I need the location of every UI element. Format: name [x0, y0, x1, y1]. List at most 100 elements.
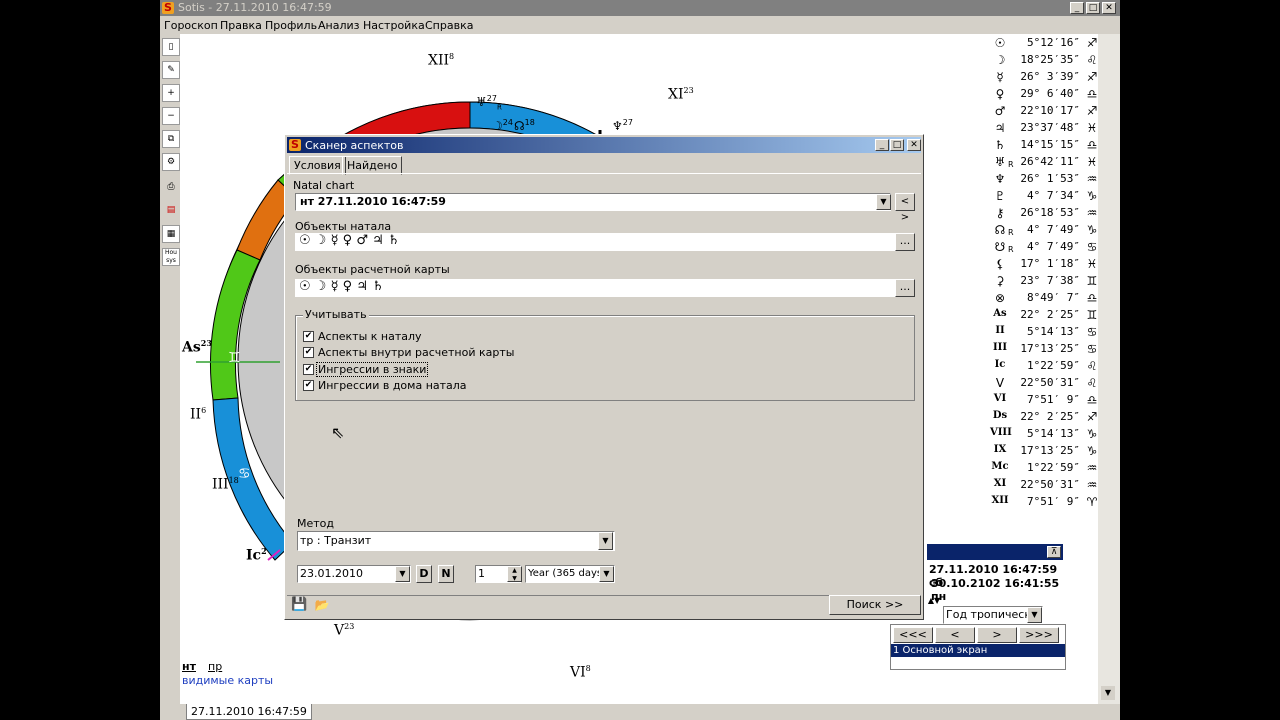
search-button[interactable]: Поиск >>	[829, 595, 921, 615]
imum-coeli-label: Ic2	[246, 546, 267, 564]
planet-row[interactable]: ⚸ 17° 1′18″ ♓	[990, 257, 1100, 274]
save-print-icon[interactable]: ▤	[162, 202, 180, 220]
planet-row[interactable]: ♃ 23°37′48″ ♓	[990, 121, 1100, 138]
scroll-down-icon[interactable]: ▼	[1101, 686, 1115, 700]
planet-position: 22°50′31″	[1020, 376, 1080, 389]
print-icon[interactable]: ⎙	[162, 179, 180, 197]
planet-position: 22° 2′25″	[1020, 308, 1080, 321]
chevron-down-icon[interactable]: ▼	[1027, 607, 1042, 623]
planet-row[interactable]: ♂ 22°10′17″ ♐	[990, 104, 1100, 121]
screen-list-item[interactable]: 1 Основной экран	[891, 644, 1065, 657]
chart-settings-icon[interactable]: ⚙	[162, 153, 180, 171]
visible-charts-link[interactable]: видимые карты	[182, 674, 273, 687]
vertical-scrollbar[interactable]: ▼	[1098, 34, 1120, 704]
planet-row[interactable]: ☋ R 4° 7′49″ ♋	[990, 240, 1100, 257]
planet-row[interactable]: II 5°14′13″ ♋	[990, 325, 1100, 342]
menu-edit[interactable]: Правка	[220, 19, 262, 32]
natal-chart-select[interactable]: нт 27.11.2010 16:47:59	[295, 193, 891, 211]
menu-horoscope[interactable]: Гороскоп	[164, 19, 218, 32]
house-system-icon[interactable]: Hou sys	[162, 248, 180, 266]
method-select[interactable]: тр : Транзит	[297, 531, 615, 551]
natal-objects-browse[interactable]: ...	[895, 233, 915, 251]
planet-row[interactable]: V 22°50′31″ ♌	[990, 376, 1100, 393]
ingress-houses-checkbox[interactable]: ✔	[303, 380, 314, 391]
natal-toggle[interactable]: нт	[182, 660, 196, 673]
planet-row[interactable]: ☽ 18°25′35″ ♌	[990, 53, 1100, 70]
day-button[interactable]: D	[416, 565, 432, 583]
close-icon[interactable]: ✕	[1102, 2, 1116, 14]
menu-profile[interactable]: Профиль	[265, 19, 317, 32]
planet-row[interactable]: Ic 1°22′59″ ♌	[990, 359, 1100, 376]
planet-row[interactable]: ♇ 4° 7′34″ ♑	[990, 189, 1100, 206]
planet-row[interactable]: ⚷ 26°18′53″ ♒	[990, 206, 1100, 223]
edit-document-icon[interactable]: ✎	[162, 61, 180, 79]
date-field[interactable]: 23.01.2010	[297, 565, 411, 583]
menu-settings[interactable]: Настройка	[363, 19, 425, 32]
planet-row[interactable]: III 17°13′25″ ♋	[990, 342, 1100, 359]
planet-row[interactable]: ⊗ 8°49′ 7″ ♎	[990, 291, 1100, 308]
now-button[interactable]: N	[438, 565, 454, 583]
pin-icon[interactable]: ⊼	[1047, 546, 1061, 558]
planet-glyph: ♂	[994, 104, 1006, 118]
calc-objects-browse[interactable]: ...	[895, 279, 915, 297]
add-document-icon[interactable]: +	[162, 84, 180, 102]
stepper-icon[interactable]: ▲ ▼	[507, 566, 522, 582]
planet-row[interactable]: Mc 1°22′59″ ♒	[990, 461, 1100, 478]
planet-marker[interactable]: ♅27R	[476, 94, 502, 111]
aspects-inside-checkbox[interactable]: ✔	[303, 347, 314, 358]
planet-row[interactable]: XI 22°50′31″ ♒	[990, 478, 1100, 495]
aspects-to-natal-checkbox[interactable]: ✔	[303, 331, 314, 342]
minimize-icon[interactable]: _	[1070, 2, 1084, 14]
spin-icon[interactable]: ▲▼	[927, 592, 941, 610]
natal-nav-button[interactable]: < >	[895, 193, 915, 223]
planet-row[interactable]: ☿ 26° 3′39″ ♐	[990, 70, 1100, 87]
planet-row[interactable]: ☊ R 4° 7′49″ ♑	[990, 223, 1100, 240]
table-icon[interactable]: ▦	[162, 225, 180, 243]
planet-position: 14°15′15″	[1020, 138, 1080, 151]
planet-glyph: XI	[993, 478, 1007, 489]
planet-row[interactable]: ♄ 14°15′15″ ♎	[990, 138, 1100, 155]
menu-help[interactable]: Справка	[425, 19, 473, 32]
open-folder-icon[interactable]: 📂	[313, 597, 331, 613]
copy-icon[interactable]: ⧉	[162, 130, 180, 148]
planet-marker[interactable]: ♆27	[612, 118, 633, 133]
menu-analysis[interactable]: Анализ	[318, 19, 360, 32]
planet-row[interactable]: IX 17°13′25″ ♑	[990, 444, 1100, 461]
planet-marker[interactable]: ☊18	[514, 118, 535, 133]
planet-row[interactable]: VIII 5°14′13″ ♑	[990, 427, 1100, 444]
chevron-down-icon[interactable]: ▼	[599, 566, 614, 582]
save-icon[interactable]: 💾	[291, 597, 307, 613]
chevron-down-icon[interactable]: ▼	[598, 532, 613, 550]
minimize-icon[interactable]: _	[875, 139, 889, 151]
planet-row[interactable]: ♆ 26° 1′53″ ♒	[990, 172, 1100, 189]
planet-row[interactable]: VI 7°51′ 9″ ♎	[990, 393, 1100, 410]
planet-row[interactable]: Ds 22° 2′25″ ♐	[990, 410, 1100, 427]
dialog-title: Сканер аспектов	[305, 139, 404, 152]
new-document-icon[interactable]: ▯	[162, 38, 180, 56]
nav-forward-far[interactable]: >>>	[1019, 627, 1059, 643]
ingress-signs-checkbox[interactable]: ✔	[303, 364, 314, 375]
chevron-down-icon[interactable]: ▼	[395, 566, 410, 582]
planet-row[interactable]: ⚳ 23° 7′38″ ♊	[990, 274, 1100, 291]
maximize-icon[interactable]: □	[890, 139, 904, 151]
planet-glyph: II	[995, 325, 1005, 336]
calc-objects-field[interactable]: ☉ ☽ ☿ ♀ ♃ ♄	[295, 279, 915, 297]
nav-back-far[interactable]: <<<	[893, 627, 933, 643]
planet-row[interactable]: ♀ 29° 6′40″ ♎	[990, 87, 1100, 104]
nav-back[interactable]: <	[935, 627, 975, 643]
planet-row[interactable]: XII 7°51′ 9″ ♈	[990, 495, 1100, 512]
planet-row[interactable]: ♅ R 26°42′11″ ♓	[990, 155, 1100, 172]
nav-forward[interactable]: >	[977, 627, 1017, 643]
chevron-down-icon[interactable]: ▼	[876, 194, 891, 210]
planet-row[interactable]: As 22° 2′25″ ♊	[990, 308, 1100, 325]
close-icon[interactable]: ✕	[907, 139, 921, 151]
remove-document-icon[interactable]: −	[162, 107, 180, 125]
planet-row[interactable]: ☉ 5°12′16″ ♐	[990, 36, 1100, 53]
menu-bar: Гороскоп Правка Профиль Анализ Настройка…	[160, 16, 1120, 34]
natal-objects-label: Объекты натала	[295, 220, 392, 233]
natal-objects-field[interactable]: ☉ ☽ ☿ ♀ ♂ ♃ ♄	[295, 233, 915, 251]
progressed-toggle[interactable]: пр	[208, 660, 222, 673]
maximize-icon[interactable]: □	[1086, 2, 1100, 14]
chart-tab[interactable]: 27.11.2010 16:47:59	[186, 704, 312, 720]
planet-marker[interactable]: ☽24	[492, 118, 513, 133]
